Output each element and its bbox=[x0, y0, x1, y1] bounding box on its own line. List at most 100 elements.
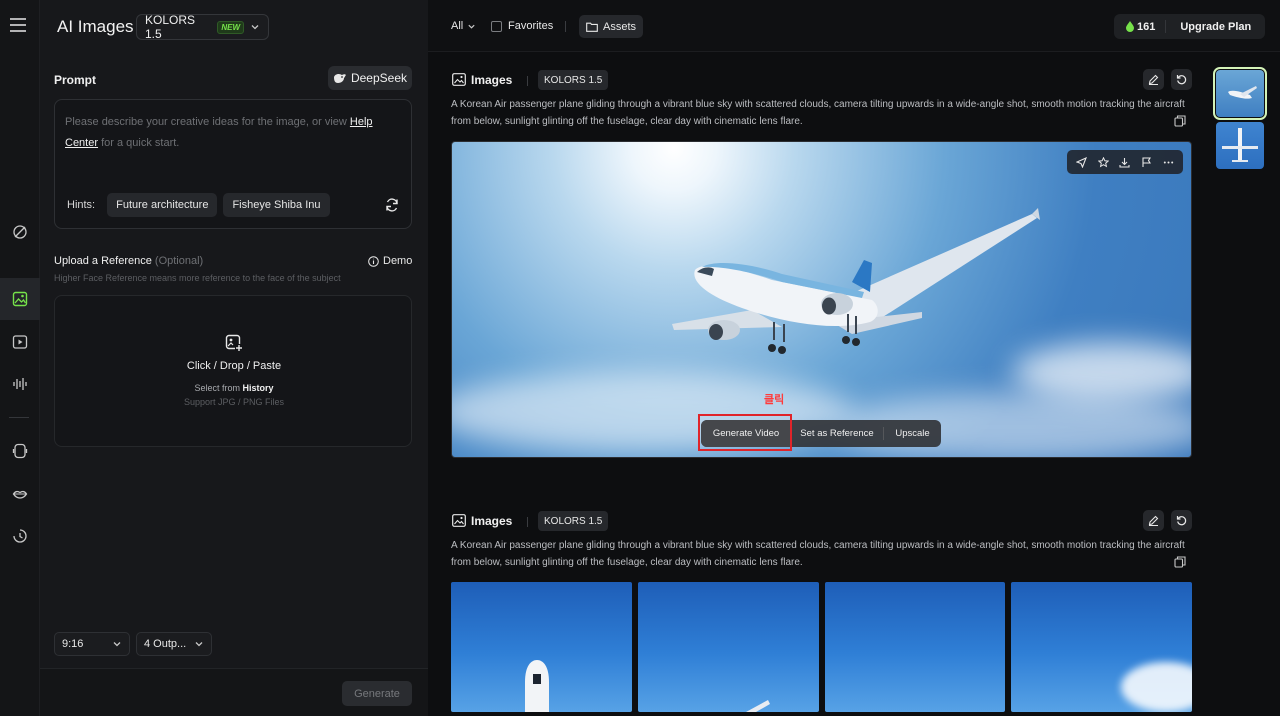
click-annotation: 클릭 bbox=[764, 394, 785, 406]
aspect-ratio-value: 9:16 bbox=[62, 638, 84, 650]
thumbnail-item[interactable] bbox=[1216, 122, 1264, 169]
section-title: Images bbox=[471, 514, 513, 528]
reference-dropzone[interactable]: Click / Drop / Paste Select from History… bbox=[54, 295, 412, 447]
results-feed: Images KOLORS 1.5 A Korean Air passenger… bbox=[428, 52, 1208, 716]
chevron-down-icon bbox=[467, 22, 476, 31]
new-badge: NEW bbox=[217, 20, 244, 34]
select-from-history: Select from History bbox=[55, 383, 413, 393]
image-grid bbox=[451, 582, 1192, 712]
page-title: AI Images bbox=[57, 17, 134, 36]
copy-icon[interactable] bbox=[1174, 115, 1186, 127]
edit-icon[interactable] bbox=[1143, 69, 1164, 90]
prompt-placeholder: Please describe your creative ideas for … bbox=[65, 112, 405, 154]
video-icon[interactable] bbox=[0, 321, 40, 363]
chevron-down-icon bbox=[250, 22, 260, 32]
demo-label: Demo bbox=[383, 255, 413, 267]
assets-label: Assets bbox=[602, 20, 636, 33]
credits-panel: 161 Upgrade Plan bbox=[1114, 14, 1265, 39]
model-selector[interactable]: KOLORS 1.5 NEW bbox=[136, 13, 269, 41]
menu-icon[interactable] bbox=[10, 18, 26, 32]
more-icon[interactable] bbox=[1163, 157, 1174, 168]
audio-icon[interactable] bbox=[0, 363, 40, 405]
upload-reference-label: Upload a Reference (Optional) bbox=[54, 255, 203, 267]
generated-image-tile[interactable] bbox=[824, 582, 1006, 712]
filter-select[interactable]: All bbox=[451, 20, 476, 32]
hint-chip-fisheye-shiba-inu[interactable]: Fisheye Shiba Inu bbox=[223, 193, 330, 217]
hints-label: Hints: bbox=[67, 199, 96, 211]
regenerate-icon[interactable] bbox=[1171, 69, 1192, 90]
history-icon[interactable] bbox=[0, 515, 40, 557]
rail-divider bbox=[9, 417, 29, 418]
section-model-badge: KOLORS 1.5 bbox=[538, 70, 609, 90]
output-count-select[interactable]: 4 Outp... bbox=[136, 632, 212, 656]
prompt-description: A Korean Air passenger plane gliding thr… bbox=[451, 540, 1185, 568]
leaf-icon bbox=[1126, 21, 1134, 32]
deepseek-icon bbox=[333, 72, 347, 84]
lips-icon[interactable] bbox=[0, 473, 40, 515]
copy-icon[interactable] bbox=[1174, 556, 1186, 568]
airplane-wingtip-illustration bbox=[745, 700, 770, 712]
favorites-checkbox[interactable] bbox=[491, 20, 502, 32]
prompt-input[interactable]: Please describe your creative ideas for … bbox=[54, 99, 412, 229]
prompt-label: Prompt bbox=[54, 73, 96, 87]
header-divider bbox=[527, 76, 528, 86]
credits-count: 161 bbox=[1114, 20, 1167, 33]
model-name: KOLORS 1.5 bbox=[145, 13, 196, 41]
deepseek-button[interactable]: DeepSeek bbox=[328, 66, 412, 90]
info-icon bbox=[368, 255, 379, 267]
generation-panel: AI Images KOLORS 1.5 NEW Prompt DeepSeek… bbox=[40, 0, 428, 716]
airplane-thumbnail bbox=[1228, 86, 1257, 99]
history-link[interactable]: History bbox=[243, 383, 274, 393]
set-as-reference-button[interactable]: Set as Reference bbox=[791, 420, 883, 447]
airplane-nose-illustration bbox=[525, 660, 549, 712]
optional-label: (Optional) bbox=[154, 255, 204, 267]
section-header: Images KOLORS 1.5 bbox=[451, 510, 1192, 532]
topbar-divider bbox=[565, 21, 566, 32]
header-divider bbox=[527, 517, 528, 527]
generated-image[interactable]: 클릭 Generate Video Set as Reference Upsca… bbox=[451, 141, 1192, 458]
airplane-illustration bbox=[672, 208, 1040, 354]
panel-header: AI Images KOLORS 1.5 NEW bbox=[40, 0, 428, 52]
supported-formats: Support JPG / PNG Files bbox=[183, 397, 285, 407]
favorites-label: Favorites bbox=[508, 20, 554, 32]
section-header: Images KOLORS 1.5 bbox=[451, 69, 1192, 91]
top-bar: All Favorites Assets 161 Upgrade Plan bbox=[428, 0, 1280, 52]
panel-footer: Generate bbox=[40, 668, 428, 716]
send-icon[interactable] bbox=[1076, 156, 1088, 168]
hint-chip-future-architecture[interactable]: Future architecture bbox=[107, 193, 218, 217]
thumbnail-item[interactable] bbox=[1213, 67, 1267, 120]
refresh-hints-icon[interactable] bbox=[385, 198, 399, 212]
avatar-icon[interactable] bbox=[0, 430, 40, 472]
generated-image-tile[interactable] bbox=[637, 582, 819, 712]
download-icon[interactable] bbox=[1119, 157, 1131, 168]
filter-value: All bbox=[451, 20, 464, 32]
upscale-button[interactable]: Upscale bbox=[883, 427, 941, 440]
demo-button[interactable]: Demo bbox=[368, 255, 412, 267]
generate-button[interactable]: Generate bbox=[342, 681, 412, 706]
airplane-thumbnail bbox=[1222, 128, 1258, 162]
prompt-description: A Korean Air passenger plane gliding thr… bbox=[451, 99, 1185, 127]
deepseek-label: DeepSeek bbox=[350, 71, 408, 85]
generated-image-tile[interactable] bbox=[451, 582, 632, 712]
star-icon[interactable] bbox=[1097, 156, 1109, 168]
favorites-toggle[interactable]: Favorites bbox=[491, 20, 553, 32]
aspect-ratio-select[interactable]: 9:16 bbox=[54, 632, 130, 656]
add-image-icon bbox=[225, 334, 243, 352]
chevron-down-icon bbox=[194, 639, 204, 649]
chevron-down-icon bbox=[112, 639, 122, 649]
flag-icon[interactable] bbox=[1141, 156, 1152, 168]
regenerate-icon[interactable] bbox=[1171, 510, 1192, 531]
section-model-badge: KOLORS 1.5 bbox=[538, 511, 609, 531]
generated-image-tile[interactable] bbox=[1011, 582, 1192, 712]
upgrade-plan-button[interactable]: Upgrade Plan bbox=[1166, 21, 1251, 33]
upload-reference-title: Upload a Reference bbox=[54, 255, 152, 267]
explore-icon[interactable] bbox=[0, 211, 40, 253]
thumbnail-strip bbox=[1208, 52, 1280, 716]
placeholder-text-end: for a quick start. bbox=[101, 137, 180, 149]
edit-icon[interactable] bbox=[1143, 510, 1164, 531]
upload-reference-subtitle: Higher Face Reference means more referen… bbox=[54, 273, 341, 283]
assets-button[interactable]: Assets bbox=[579, 15, 643, 38]
section-title: Images bbox=[471, 73, 513, 87]
select-from-label: Select from bbox=[194, 383, 240, 393]
image-generation-icon[interactable] bbox=[0, 278, 40, 320]
